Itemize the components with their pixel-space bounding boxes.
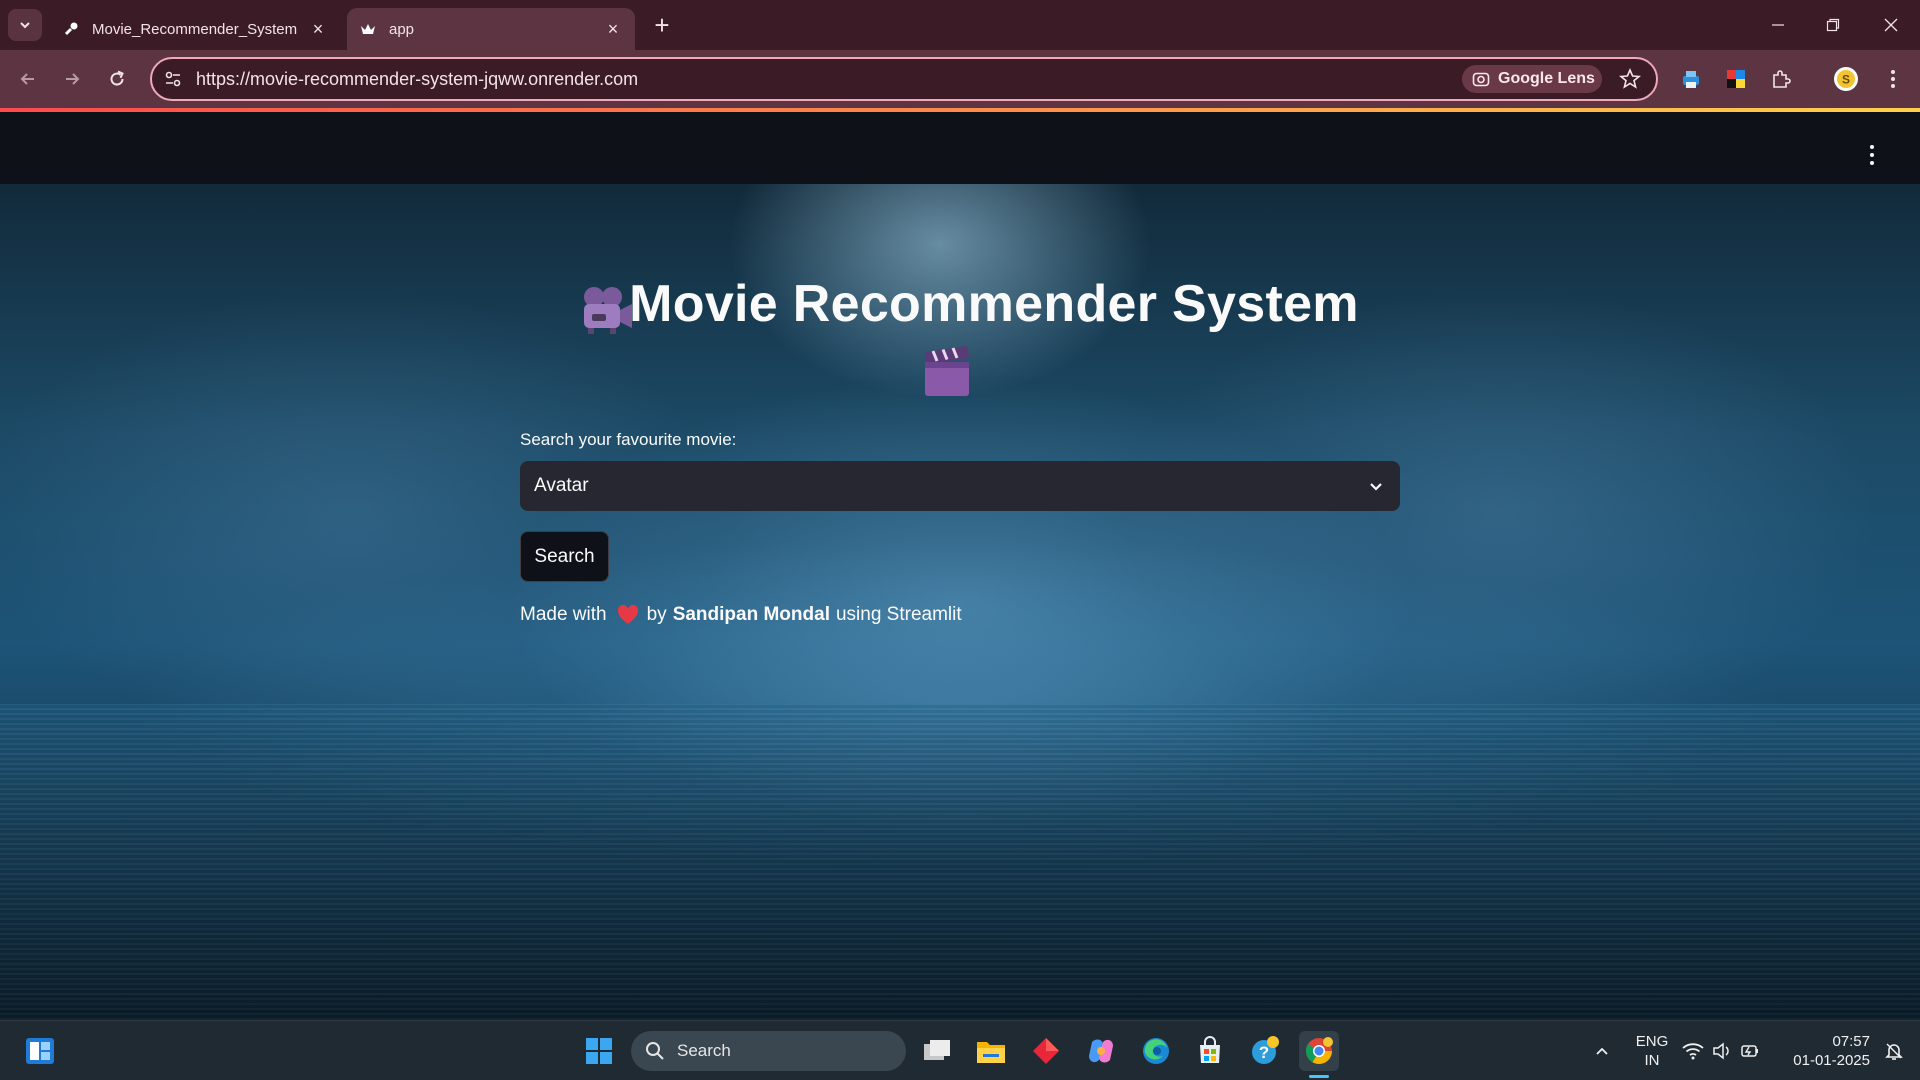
taskbar: Search ? ENG IN 07:57 01-01-2025 <box>0 1020 1920 1080</box>
file-explorer-icon[interactable] <box>971 1031 1011 1071</box>
task-view-icon[interactable] <box>917 1031 957 1071</box>
edge-browser-icon[interactable] <box>1136 1031 1176 1071</box>
browser-menu-icon[interactable] <box>1878 64 1908 94</box>
extension-colorgrid-icon[interactable] <box>1721 64 1751 94</box>
search-button[interactable]: Search <box>520 531 609 582</box>
close-window-button[interactable] <box>1876 10 1906 40</box>
back-arrow-icon <box>20 73 34 85</box>
notifications-bell-icon[interactable] <box>1874 1031 1914 1071</box>
minimize-button[interactable] <box>1763 10 1793 40</box>
search-icon <box>646 1042 664 1060</box>
footer-made-with: Made with <box>520 604 607 625</box>
chrome-browser-icon[interactable] <box>1299 1031 1339 1071</box>
footer-by: by <box>646 604 667 625</box>
widgets-icon[interactable] <box>20 1031 60 1071</box>
help-icon[interactable]: ? <box>1245 1031 1285 1071</box>
svg-text:S: S <box>1842 73 1850 87</box>
app-main: Movie Recommender System Search your fav… <box>0 184 1920 1020</box>
footer-using: using Streamlit <box>835 604 962 625</box>
extensions-puzzle-icon[interactable] <box>1766 64 1796 94</box>
app-header <box>0 112 1920 184</box>
region-code: IN <box>1644 1052 1660 1069</box>
back-button[interactable] <box>13 64 43 94</box>
close-tab-icon[interactable]: × <box>603 19 623 39</box>
forward-arrow-icon <box>66 73 80 85</box>
language-indicator[interactable]: ENG IN <box>1632 1032 1672 1070</box>
copilot-icon[interactable] <box>1081 1031 1121 1071</box>
language-code: ENG <box>1635 1033 1669 1050</box>
selected-movie-value: Avatar <box>534 475 589 496</box>
movie-select[interactable]: Avatar <box>520 461 1400 511</box>
clock-date: 01-01-2025 <box>1793 1052 1870 1069</box>
address-bar[interactable]: https://movie-recommender-system-jqww.on… <box>150 57 1658 101</box>
movie-select-label: Search your favourite movie: <box>520 430 737 449</box>
browser-tab-bar: Movie_Recommender_System × app × + <box>0 0 1920 50</box>
site-info-icon[interactable] <box>164 70 182 88</box>
start-windows-icon[interactable] <box>579 1031 619 1071</box>
bookmark-star-icon[interactable] <box>1618 67 1642 91</box>
google-lens-label: Google Lens <box>1498 70 1595 87</box>
microsoft-store-icon[interactable] <box>1190 1031 1230 1071</box>
app-main-menu-icon[interactable] <box>1867 145 1877 165</box>
show-hidden-icons-chevron-up-icon[interactable] <box>1582 1031 1622 1071</box>
battery-icon <box>1741 1045 1758 1057</box>
extension-printer-icon[interactable] <box>1676 64 1706 94</box>
google-lens-button[interactable]: Google Lens <box>1462 65 1602 93</box>
streamlit-crown-icon <box>359 20 377 38</box>
footer-author: Sandipan Mondal <box>672 604 830 625</box>
close-tab-icon[interactable]: × <box>308 19 328 39</box>
browser-toolbar: https://movie-recommender-system-jqww.on… <box>0 50 1920 108</box>
url-text[interactable]: https://movie-recommender-system-jqww.on… <box>196 69 638 90</box>
svg-text:?: ? <box>1259 1043 1269 1062</box>
restore-icon <box>1826 18 1840 32</box>
active-app-indicator <box>1309 1075 1329 1078</box>
close-icon <box>1884 18 1898 32</box>
page-title: Movie Recommender System <box>629 275 1359 333</box>
clapper-board-icon <box>925 346 969 396</box>
background-floor <box>0 704 1920 1020</box>
new-tab-button[interactable]: + <box>648 12 676 40</box>
footer-credit: Made with by Sandipan Mondal using Strea… <box>520 604 962 626</box>
heart-icon <box>617 605 638 624</box>
app-red-diamond-icon[interactable] <box>1026 1031 1066 1071</box>
clock-time: 07:57 <box>1832 1033 1870 1050</box>
taskbar-search-box[interactable]: Search <box>631 1031 906 1071</box>
forward-button[interactable] <box>57 64 87 94</box>
minimize-icon <box>1772 24 1784 26</box>
tab-title: app <box>389 20 415 38</box>
tab-movie-recommender-repo[interactable]: Movie_Recommender_System × <box>50 8 340 50</box>
wifi-icon <box>1682 1043 1704 1060</box>
chevron-down-icon <box>20 22 30 29</box>
camera-lens-icon <box>1472 72 1490 87</box>
taskbar-search-placeholder: Search <box>677 1041 731 1060</box>
profile-avatar[interactable]: S <box>1831 64 1861 94</box>
tab-app[interactable]: app × <box>347 8 635 50</box>
volume-icon <box>1713 1042 1729 1060</box>
system-tray-status[interactable] <box>1676 1031 1766 1071</box>
tab-title: Movie_Recommender_System <box>92 20 298 38</box>
reload-icon <box>110 70 124 86</box>
restore-button[interactable] <box>1818 10 1848 40</box>
title-row: Movie Recommender System <box>520 274 1400 334</box>
clock[interactable]: 07:57 01-01-2025 <box>1780 1032 1870 1070</box>
link-icon <box>62 20 80 38</box>
chevron-down-icon[interactable] <box>1366 476 1386 496</box>
tab-search-button[interactable] <box>8 9 42 41</box>
reload-button[interactable] <box>102 64 132 94</box>
